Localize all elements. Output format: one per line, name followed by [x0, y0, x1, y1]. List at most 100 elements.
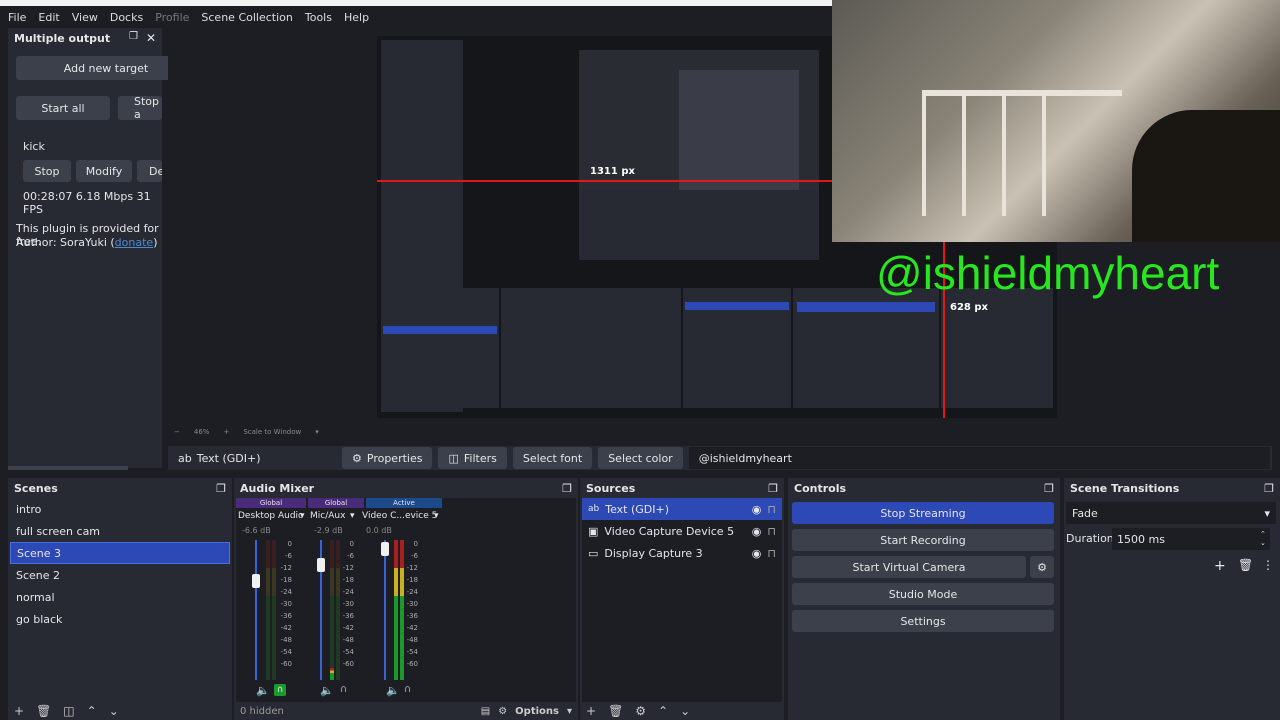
transition-select[interactable]: Fade ▾	[1066, 502, 1276, 524]
zoom-out-button[interactable]: −	[174, 428, 180, 436]
fader-knob[interactable]	[381, 542, 389, 556]
filter-icon[interactable]: ◫	[63, 704, 74, 718]
layout-icon[interactable]: ▤	[481, 706, 490, 717]
float-icon[interactable]: ❐	[1264, 482, 1274, 495]
start-all-button[interactable]: Start all	[16, 96, 110, 120]
channel-tag: Global	[236, 498, 306, 508]
scene-item[interactable]: intro	[10, 498, 230, 520]
add-icon[interactable]: +	[1214, 558, 1226, 574]
close-icon[interactable]: ✕	[146, 31, 156, 45]
trash-icon[interactable]: 🗑	[36, 704, 51, 718]
select-font-button[interactable]: Select font	[512, 447, 593, 469]
gear-icon: ⚙	[352, 451, 362, 465]
zoom-in-button[interactable]: +	[223, 428, 229, 436]
start-virtual-camera-button[interactable]: Start Virtual Camera	[792, 556, 1026, 578]
author-suffix: )	[153, 236, 158, 249]
scene-item[interactable]: normal	[10, 586, 230, 608]
move-up-icon[interactable]: ⌃	[658, 704, 668, 718]
text-source-icon: ab	[588, 504, 600, 514]
move-down-icon[interactable]: ⌄	[680, 704, 690, 718]
add-icon[interactable]: +	[586, 704, 596, 718]
channel-name: Mic/Aux	[310, 511, 346, 521]
chevron-down-icon[interactable]: ▾	[567, 706, 572, 717]
text-field[interactable]: @ishieldmyheart	[688, 447, 1270, 469]
menu-view[interactable]: View	[72, 11, 98, 24]
stop-target-button[interactable]: Stop	[23, 160, 71, 182]
scene-item[interactable]: full screen cam	[10, 520, 230, 542]
zoom-level: 46%	[193, 428, 210, 436]
float-icon[interactable]: ❐	[1044, 482, 1054, 495]
chevron-down-icon[interactable]: ▾	[300, 511, 305, 521]
menu-edit[interactable]: Edit	[38, 11, 59, 24]
filters-button[interactable]: ◫ Filters	[438, 447, 507, 469]
menu-scene-collection[interactable]: Scene Collection	[201, 11, 292, 24]
speaker-icon[interactable]: 🔈	[256, 684, 270, 697]
source-item[interactable]: ▭ Display Capture 3 ◉ ⊓	[582, 542, 782, 564]
stop-all-button[interactable]: Stop a	[118, 96, 162, 120]
scene-item[interactable]: Scene 2	[10, 564, 230, 586]
select-color-button[interactable]: Select color	[598, 447, 683, 469]
donate-link[interactable]: donate	[115, 236, 154, 249]
properties-button[interactable]: ⚙ Properties	[342, 447, 433, 469]
eye-icon[interactable]: ◉	[752, 503, 762, 516]
scene-item[interactable]: go black	[10, 608, 230, 630]
menu-tools[interactable]: Tools	[305, 11, 332, 24]
studio-mode-button[interactable]: Studio Mode	[792, 583, 1054, 605]
audio-header: Audio Mixer ❐	[234, 478, 578, 498]
lock-icon[interactable]: ⊓	[767, 503, 776, 516]
sources-title: Sources	[586, 481, 636, 495]
float-icon[interactable]: ❐	[129, 31, 138, 45]
source-item[interactable]: ▣ Video Capture Device 5 ◉ ⊓	[582, 520, 782, 542]
lock-icon[interactable]: ⊓	[767, 525, 776, 538]
move-down-icon[interactable]: ⌄	[109, 704, 119, 718]
float-icon[interactable]: ❐	[216, 482, 226, 495]
gear-icon[interactable]: ⚙	[635, 704, 646, 718]
nested-preview	[579, 50, 819, 260]
duration-input[interactable]: 1500 ms	[1112, 528, 1270, 550]
options-button[interactable]: Options	[515, 706, 559, 717]
left-dock-scrollbar[interactable]	[8, 466, 128, 470]
chevron-down-icon[interactable]: ▾	[315, 428, 319, 436]
channel-db: -2.9 dB	[314, 526, 343, 535]
settings-button[interactable]: Settings	[792, 610, 1054, 632]
menu-profile[interactable]: Profile	[155, 11, 189, 24]
add-icon[interactable]: +	[14, 704, 24, 718]
modify-target-button[interactable]: Modify	[76, 160, 132, 182]
chevron-down-icon[interactable]: ▾	[434, 511, 439, 521]
float-icon[interactable]: ❐	[768, 482, 778, 495]
trash-icon[interactable]: 🗑	[608, 704, 623, 718]
fader-knob[interactable]	[317, 558, 325, 572]
headphones-icon[interactable]: ∩	[274, 684, 286, 696]
stop-streaming-button[interactable]: Stop Streaming	[792, 502, 1054, 524]
fader-knob[interactable]	[252, 574, 260, 588]
gear-icon[interactable]: ⚙	[498, 706, 507, 717]
eye-icon[interactable]: ◉	[752, 547, 762, 560]
speaker-icon[interactable]: 🔈	[320, 684, 334, 697]
nested-sources	[683, 288, 791, 408]
eye-icon[interactable]: ◉	[752, 525, 762, 538]
virtual-camera-settings-button[interactable]: ⚙	[1030, 556, 1054, 578]
scale-mode-select[interactable]: Scale to Window	[243, 428, 301, 436]
volume-fader[interactable]	[384, 540, 386, 680]
trash-icon[interactable]: 🗑	[1238, 558, 1253, 572]
headphones-icon[interactable]: ∩	[404, 684, 411, 695]
delete-target-button[interactable]: De	[137, 160, 162, 182]
duration-stepper[interactable]: ⌃ ⌄	[1260, 530, 1266, 548]
move-up-icon[interactable]: ⌃	[87, 704, 97, 718]
chevron-down-icon[interactable]: ▾	[350, 511, 355, 521]
menu-help[interactable]: Help	[344, 11, 369, 24]
scene-item-selected[interactable]: Scene 3	[10, 542, 230, 564]
selected-source: ab Text (GDI+)	[168, 447, 338, 469]
speaker-icon[interactable]: 🔈	[386, 684, 400, 697]
source-item-selected[interactable]: ab Text (GDI+) ◉ ⊓	[582, 498, 782, 520]
lock-icon[interactable]: ⊓	[767, 547, 776, 560]
menu-docks[interactable]: Docks	[110, 11, 143, 24]
float-icon[interactable]: ❐	[562, 482, 572, 495]
webcam-feed	[832, 0, 1280, 242]
menu-file[interactable]: File	[8, 11, 26, 24]
start-recording-button[interactable]: Start Recording	[792, 529, 1054, 551]
more-icon[interactable]: ⋮	[1262, 558, 1274, 572]
nested-audio	[501, 288, 681, 408]
volume-fader[interactable]	[255, 540, 257, 680]
headphones-icon[interactable]: ∩	[340, 684, 347, 695]
